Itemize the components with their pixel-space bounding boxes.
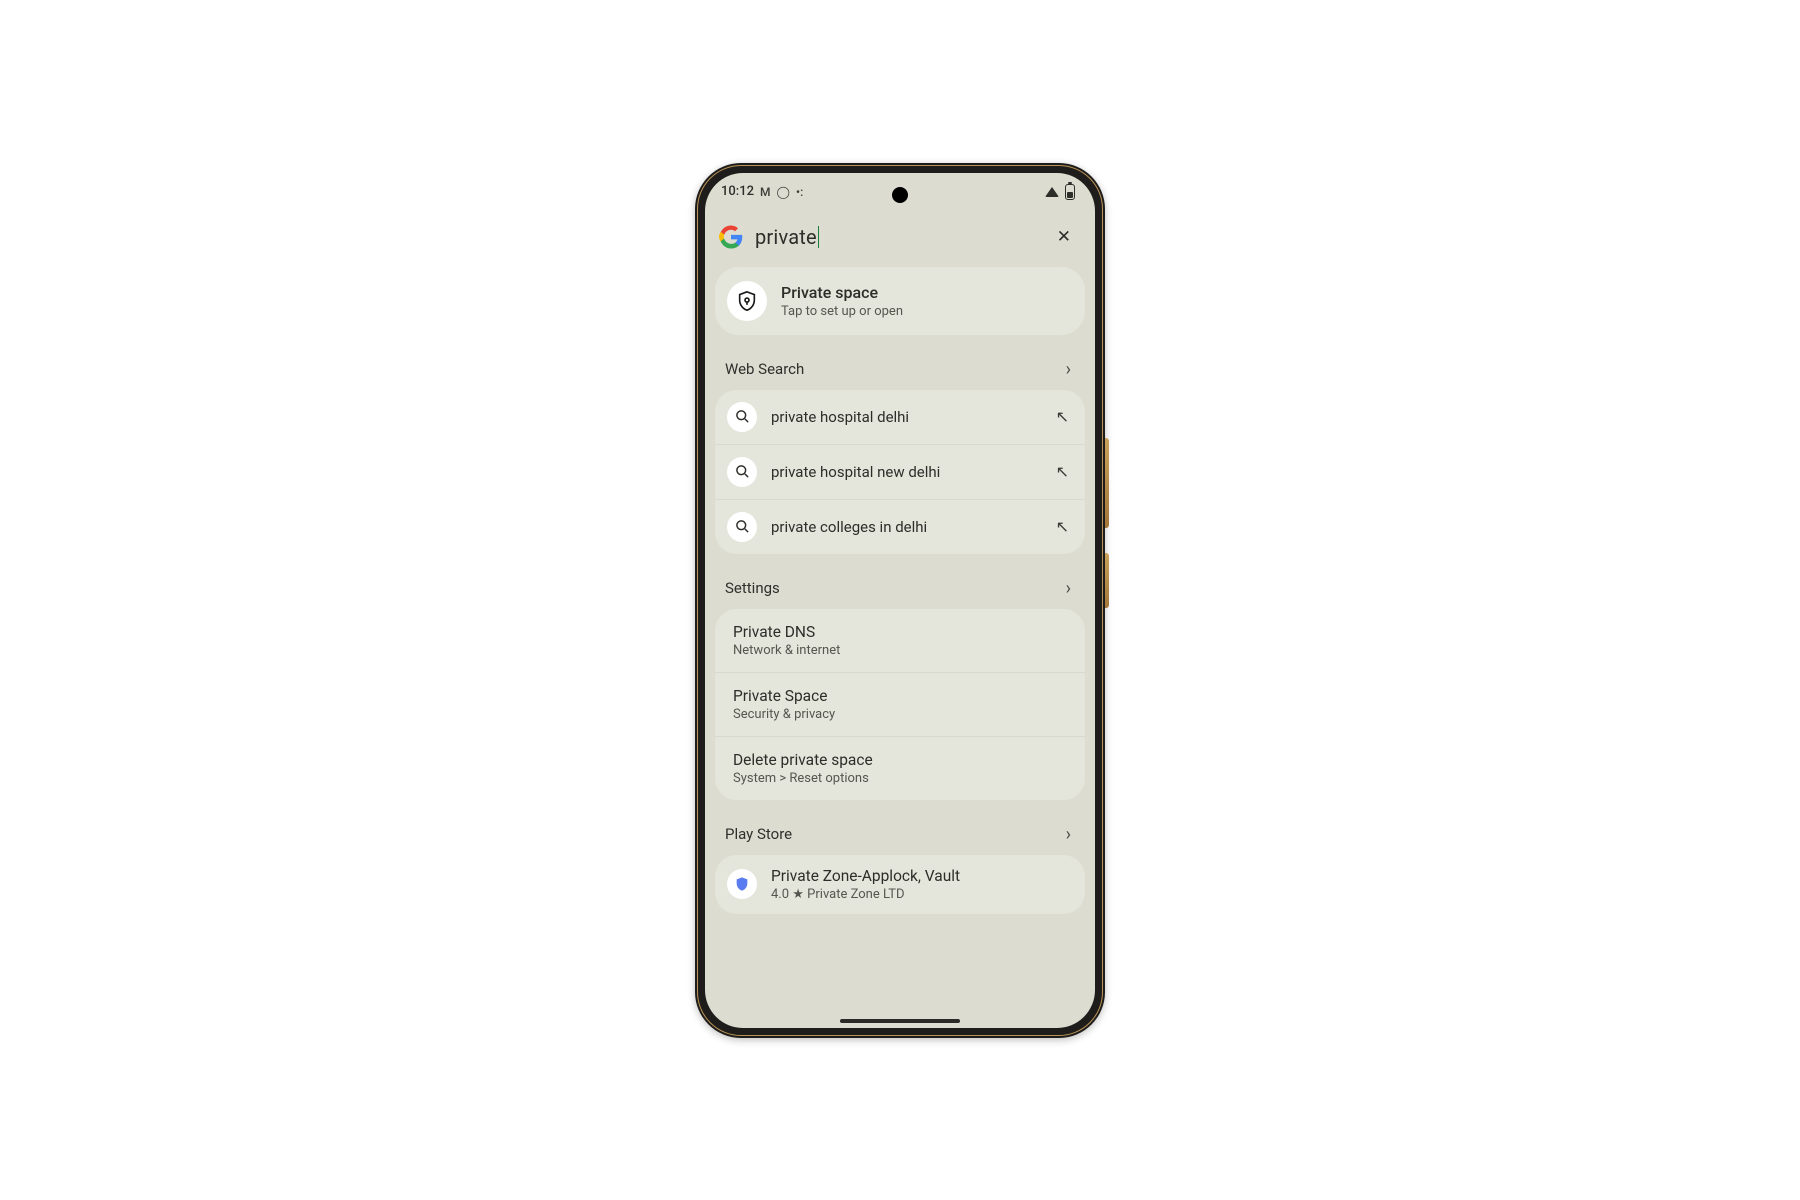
- web-suggestion[interactable]: private colleges in delhi ↖: [715, 499, 1085, 554]
- battery-icon: [1065, 184, 1075, 200]
- private-space-card[interactable]: Private space Tap to set up or open: [715, 267, 1085, 335]
- volume-button[interactable]: [1105, 438, 1109, 528]
- settings-item-delete-private-space[interactable]: Delete private space System > Reset opti…: [715, 736, 1085, 800]
- app-title: Private Zone-Applock, Vault: [771, 867, 960, 885]
- web-suggestion[interactable]: private hospital new delhi ↖: [715, 444, 1085, 499]
- screen: 10:12 M ◯ •: private: [705, 173, 1095, 1028]
- settings-item-private-dns[interactable]: Private DNS Network & internet: [715, 609, 1085, 672]
- chevron-right-icon: ›: [1066, 359, 1071, 380]
- settings-header[interactable]: Settings ›: [715, 572, 1085, 609]
- gmail-icon: M: [760, 185, 771, 199]
- search-icon: [727, 402, 757, 432]
- web-suggestion-list: private hospital delhi ↖ private hospita…: [715, 390, 1085, 554]
- chevron-right-icon: ›: [1066, 578, 1071, 599]
- play-store-result[interactable]: Private Zone-Applock, Vault 4.0 ★ Privat…: [715, 855, 1085, 914]
- suggestion-text: private hospital new delhi: [771, 463, 1040, 481]
- status-time: 10:12: [721, 184, 754, 199]
- settings-item-private-space[interactable]: Private Space Security & privacy: [715, 672, 1085, 736]
- app-developer: Private Zone LTD: [807, 887, 904, 902]
- settings-item-subtitle: System > Reset options: [733, 771, 1067, 786]
- app-icon: [727, 869, 757, 899]
- web-search-header[interactable]: Web Search ›: [715, 353, 1085, 390]
- power-button[interactable]: [1105, 553, 1109, 608]
- settings-item-subtitle: Network & internet: [733, 643, 1067, 658]
- feature-title: Private space: [781, 283, 903, 302]
- wifi-icon: [1045, 187, 1059, 197]
- play-store-header[interactable]: Play Store ›: [715, 818, 1085, 855]
- gesture-nav-pill[interactable]: [840, 1019, 960, 1023]
- insert-arrow-icon[interactable]: ↖: [1054, 513, 1071, 540]
- web-suggestion[interactable]: private hospital delhi ↖: [715, 390, 1085, 444]
- google-logo-icon: [719, 225, 743, 249]
- search-query-text: private: [755, 225, 817, 249]
- search-icon: [727, 457, 757, 487]
- suggestion-text: private hospital delhi: [771, 408, 1040, 426]
- settings-item-subtitle: Security & privacy: [733, 707, 1067, 722]
- phone-frame: 10:12 M ◯ •: private: [695, 163, 1105, 1038]
- play-store-label: Play Store: [725, 825, 792, 843]
- settings-label: Settings: [725, 579, 780, 597]
- settings-list: Private DNS Network & internet Private S…: [715, 609, 1085, 800]
- search-input[interactable]: private: [755, 225, 1039, 249]
- app-rating: 4.0: [771, 887, 789, 902]
- star-icon: ★: [792, 887, 804, 902]
- suggestion-text: private colleges in delhi: [771, 518, 1040, 536]
- settings-item-title: Delete private space: [733, 751, 1067, 769]
- insert-arrow-icon[interactable]: ↖: [1054, 458, 1071, 485]
- chevron-right-icon: ›: [1066, 824, 1071, 845]
- text-cursor: [818, 226, 820, 248]
- search-bar: private ✕: [705, 211, 1095, 267]
- settings-item-title: Private Space: [733, 687, 1067, 705]
- clear-search-icon[interactable]: ✕: [1051, 221, 1077, 253]
- feature-subtitle: Tap to set up or open: [781, 304, 903, 319]
- search-icon: [727, 512, 757, 542]
- settings-item-title: Private DNS: [733, 623, 1067, 641]
- more-status-icon: •:: [796, 185, 803, 199]
- private-space-icon: [727, 281, 767, 321]
- opera-icon: ◯: [776, 185, 789, 199]
- insert-arrow-icon[interactable]: ↖: [1054, 403, 1071, 430]
- web-search-label: Web Search: [725, 360, 804, 378]
- front-camera: [892, 187, 908, 203]
